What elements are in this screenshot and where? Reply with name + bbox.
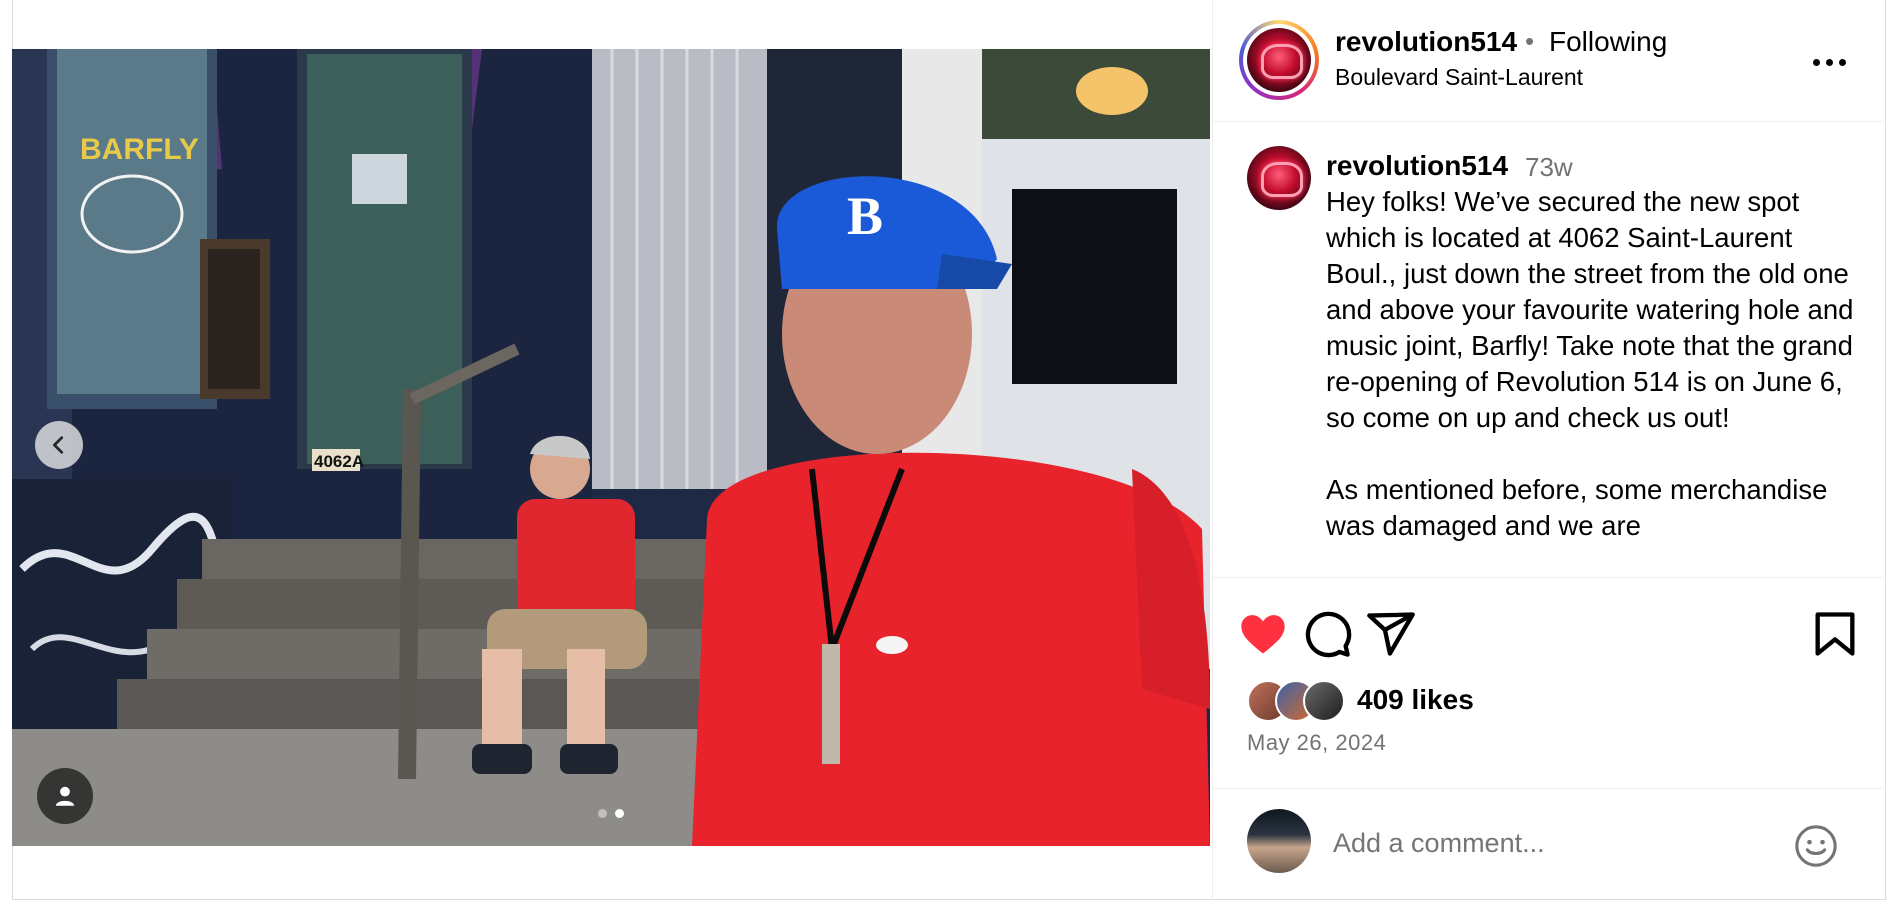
more-icon bbox=[1813, 58, 1820, 66]
post-actions: 409 likes May 26, 2024 bbox=[1213, 578, 1886, 788]
post-photo: BARFLY 4062A B bbox=[12, 49, 1210, 846]
carousel-dot bbox=[598, 809, 607, 818]
story-ring[interactable] bbox=[1239, 20, 1319, 100]
avatar bbox=[1247, 28, 1311, 92]
separator-dot: • bbox=[1525, 26, 1535, 56]
bookmark-icon[interactable] bbox=[1809, 608, 1861, 660]
post-location[interactable]: Boulevard Saint-Laurent bbox=[1335, 64, 1583, 91]
likes-count[interactable]: 409 likes bbox=[1357, 684, 1474, 716]
caption-avatar[interactable] bbox=[1247, 146, 1311, 210]
chevron-left-icon bbox=[53, 436, 64, 454]
caption-timestamp[interactable]: 73w bbox=[1525, 152, 1573, 183]
cap-logo: B bbox=[847, 186, 883, 246]
post-username[interactable]: revolution514 bbox=[1335, 26, 1517, 58]
comment-icon[interactable] bbox=[1301, 608, 1353, 660]
liked-by-avatars[interactable] bbox=[1247, 680, 1357, 724]
comment-bar bbox=[1213, 788, 1886, 900]
carousel-indicator bbox=[12, 809, 1210, 818]
address-plate: 4062A bbox=[314, 452, 364, 471]
caption-section: revolution514 73w Hey folks! We’ve secur… bbox=[1213, 122, 1886, 578]
caption-username[interactable]: revolution514 bbox=[1326, 150, 1508, 182]
post-header: revolution514 • Following Boulevard Sain… bbox=[1213, 0, 1886, 122]
comment-input[interactable] bbox=[1333, 825, 1773, 861]
heart-icon[interactable] bbox=[1237, 608, 1289, 660]
current-user-avatar bbox=[1247, 809, 1311, 873]
emoji-icon[interactable] bbox=[1793, 823, 1839, 869]
liker-avatar bbox=[1303, 680, 1345, 722]
post-date[interactable]: May 26, 2024 bbox=[1247, 730, 1386, 756]
user-tag-icon bbox=[55, 786, 75, 806]
following-button[interactable]: Following bbox=[1549, 26, 1667, 58]
barfly-sign: BARFLY bbox=[80, 133, 199, 166]
post-side-panel: revolution514 • Following Boulevard Sain… bbox=[1212, 0, 1886, 900]
carousel-prev-button[interactable] bbox=[35, 421, 83, 469]
carousel-dot-active bbox=[615, 809, 624, 818]
more-icon-dot bbox=[1826, 58, 1833, 66]
more-options-button[interactable] bbox=[1813, 52, 1853, 72]
post-media[interactable]: BARFLY 4062A B bbox=[12, 49, 1210, 846]
more-icon-dot bbox=[1839, 58, 1846, 66]
share-icon[interactable] bbox=[1365, 608, 1417, 660]
caption-text: Hey folks! We’ve secured the new spot wh… bbox=[1326, 186, 1854, 541]
